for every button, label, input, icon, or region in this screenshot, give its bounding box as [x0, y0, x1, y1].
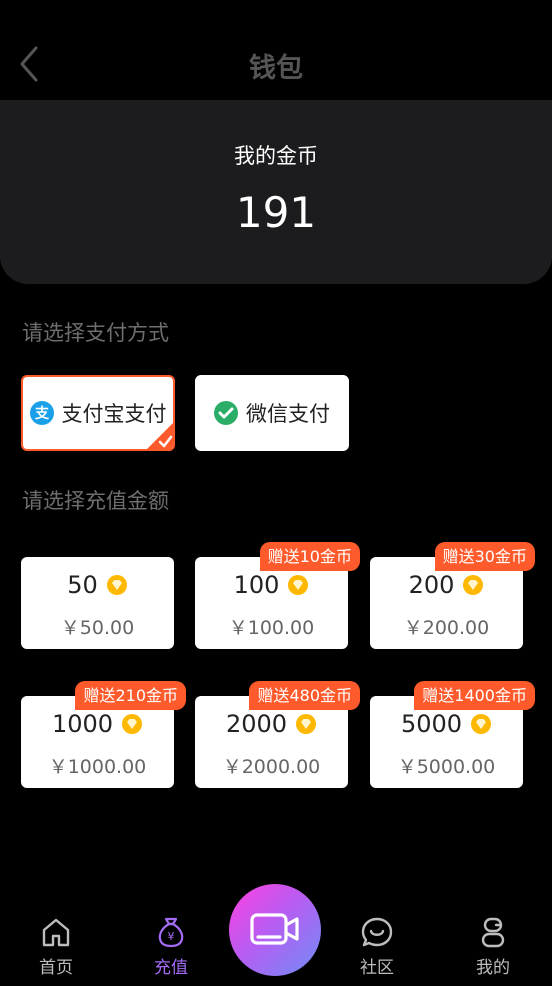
tab-profile[interactable]: 我的	[443, 915, 543, 978]
bonus-badge: 赠送480金币	[249, 681, 360, 710]
tab-home-label: 首页	[39, 958, 73, 978]
coin-amount: 50	[21, 571, 174, 599]
tab-profile-label: 我的	[476, 958, 510, 978]
profile-icon	[481, 917, 505, 948]
tab-recharge-label: 充值	[154, 958, 188, 978]
price-label: ￥2000.00	[222, 756, 321, 778]
wallet-label: 我的金币	[234, 144, 318, 168]
center-video-button[interactable]	[229, 884, 321, 976]
coin-amount-value: 1000	[51, 710, 114, 738]
tab-community-label: 社区	[360, 958, 394, 978]
alipay-icon: 支	[29, 401, 54, 425]
bonus-badge: 赠送210金币	[75, 681, 186, 710]
diamond-icon	[296, 714, 317, 734]
video-camera-icon	[250, 913, 299, 945]
tab-home[interactable]: 首页	[6, 915, 106, 978]
diamond-icon	[471, 714, 492, 734]
bonus-badge: 赠送10金币	[259, 542, 360, 571]
wallet-balance-card: 我的金币 191	[0, 100, 552, 284]
coin-amount-value: 200	[408, 571, 455, 599]
money-bag-icon: ¥	[158, 917, 184, 948]
wallet-balance-value: 191	[235, 188, 317, 237]
price-label: ￥200.00	[403, 617, 490, 639]
chat-bubble-icon	[361, 917, 393, 947]
price-label: ￥50.00	[60, 617, 135, 639]
coin-amount: 200	[370, 571, 523, 599]
alipay-button[interactable]: 支 支付宝支付	[21, 375, 175, 451]
wechat-pay-label: 微信支付	[246, 402, 330, 426]
recharge-option-5000[interactable]: 赠送1400金币 5000 ￥5000.00	[370, 681, 535, 788]
recharge-option-100[interactable]: 赠送10金币 100 ￥100.00	[195, 542, 360, 649]
recharge-option-50[interactable]: 50 ￥50.00	[21, 557, 174, 649]
coin-amount: 5000	[370, 710, 523, 738]
coin-amount: 1000	[21, 710, 174, 738]
svg-text:支: 支	[34, 405, 50, 422]
diamond-icon	[463, 575, 484, 595]
payment-method-label: 请选择支付方式	[22, 321, 169, 345]
top-bar: 钱包	[0, 0, 552, 100]
diamond-icon	[122, 714, 143, 734]
page-title: 钱包	[249, 53, 303, 84]
recharge-option-200[interactable]: 赠送30金币 200 ￥200.00	[370, 542, 535, 649]
diamond-icon	[106, 575, 127, 595]
price-label: ￥100.00	[228, 617, 315, 639]
wechat-pay-icon	[214, 401, 238, 425]
tab-community[interactable]: 社区	[327, 915, 427, 978]
recharge-option-2000[interactable]: 赠送480金币 2000 ￥2000.00	[195, 681, 360, 788]
coin-amount-value: 50	[67, 571, 98, 599]
coin-amount: 100	[195, 571, 348, 599]
selected-check-icon	[147, 423, 173, 449]
coin-amount: 2000	[195, 710, 348, 738]
recharge-amount-label: 请选择充值金额	[22, 489, 169, 513]
coin-amount-value: 5000	[400, 710, 463, 738]
home-icon	[42, 918, 70, 947]
bonus-badge: 赠送30金币	[434, 542, 535, 571]
diamond-icon	[288, 575, 309, 595]
coin-amount-value: 2000	[225, 710, 288, 738]
bonus-badge: 赠送1400金币	[414, 681, 535, 710]
svg-text:¥: ¥	[168, 930, 175, 943]
price-label: ￥5000.00	[397, 756, 496, 778]
recharge-option-1000[interactable]: 赠送210金币 1000 ￥1000.00	[21, 681, 186, 788]
coin-amount-value: 100	[233, 571, 280, 599]
tab-recharge[interactable]: ¥ 充值	[121, 915, 221, 978]
price-label: ￥1000.00	[48, 756, 147, 778]
wechat-pay-button[interactable]: 微信支付	[195, 375, 349, 451]
